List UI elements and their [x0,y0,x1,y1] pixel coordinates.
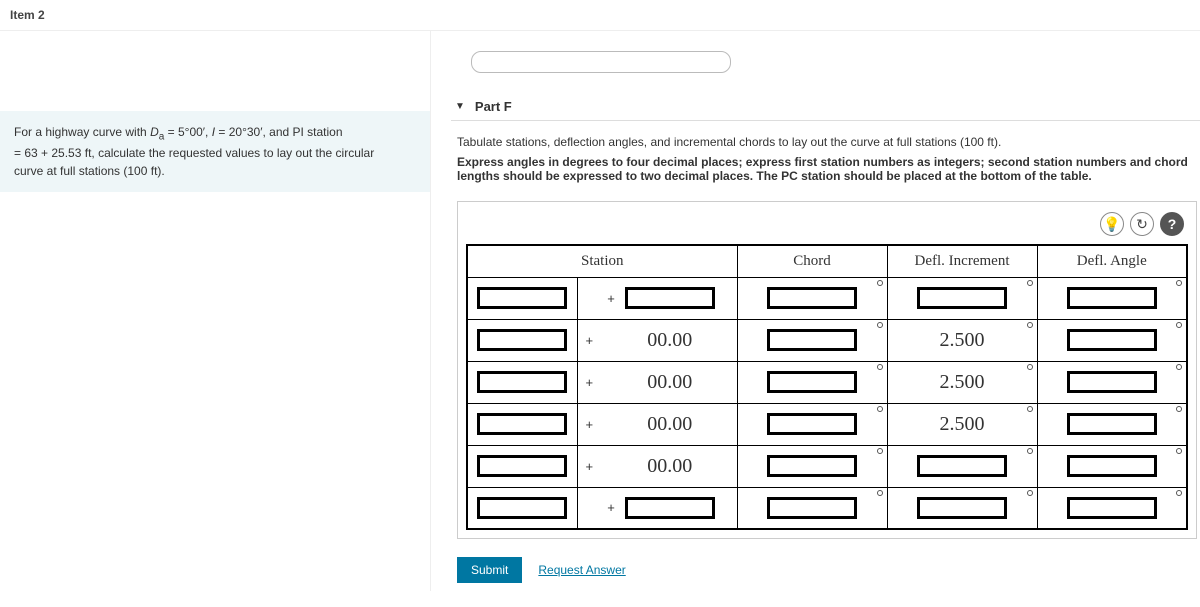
unit-indicator-icon [1027,406,1033,412]
station-major-input[interactable] [477,287,567,309]
unit-indicator-icon [1176,490,1182,496]
station-minor-value: 00.00 [603,371,736,394]
unit-indicator-icon [1176,406,1182,412]
station-major-input[interactable] [477,455,567,477]
plus-sign: + [582,417,598,432]
hint-icon[interactable]: 💡 [1100,212,1124,236]
defl-angle-input[interactable] [1067,455,1157,477]
defl-increment-input[interactable] [917,497,1007,519]
problem-text: curve at full stations (100 ft). [14,164,165,178]
chord-input[interactable] [767,497,857,519]
chevron-down-icon: ▼ [455,101,465,112]
chord-input[interactable] [767,455,857,477]
defl-increment-value: 2.500 [890,413,1035,436]
instruction-line-bold: Express angles in degrees to four decima… [457,155,1197,183]
part-instructions: Tabulate stations, deflection angles, an… [451,121,1200,187]
unit-indicator-icon [877,280,883,286]
unit-indicator-icon [1027,490,1033,496]
unit-indicator-icon [877,490,883,496]
defl-angle-input[interactable] [1067,287,1157,309]
station-minor-value: 00.00 [603,455,736,478]
problem-text: = 63 + 25.53 ft, calculate the requested… [14,146,374,160]
part-label: Part F [475,99,512,114]
station-minor-value: 00.00 [603,329,736,352]
unit-indicator-icon [1027,322,1033,328]
request-answer-link[interactable]: Request Answer [538,563,625,577]
station-major-input[interactable] [477,329,567,351]
unit-indicator-icon [1027,448,1033,454]
station-major-input[interactable] [477,371,567,393]
top-input-placeholder[interactable] [471,51,731,73]
problem-text: = 5°00′, [164,125,211,139]
defl-angle-input[interactable] [1067,371,1157,393]
defl-angle-input[interactable] [1067,497,1157,519]
problem-text: = 20°30′, and PI station [215,125,342,139]
part-header[interactable]: ▼ Part F [451,93,1200,121]
station-table: Station Chord Defl. Increment Defl. Angl… [466,244,1188,530]
station-major-input[interactable] [477,413,567,435]
header-defl-increment: Defl. Increment [887,245,1037,277]
unit-indicator-icon [1176,364,1182,370]
help-icon[interactable]: ? [1160,212,1184,236]
plus-sign: + [603,500,619,515]
plus-sign: + [582,459,598,474]
unit-indicator-icon [877,364,883,370]
defl-increment-value: 2.500 [890,329,1035,352]
station-minor-input[interactable] [625,287,715,309]
station-minor-value: 00.00 [603,413,736,436]
unit-indicator-icon [1176,322,1182,328]
chord-input[interactable] [767,287,857,309]
instruction-line: Tabulate stations, deflection angles, an… [457,135,1197,149]
unit-indicator-icon [1176,280,1182,286]
header-chord: Chord [737,245,887,277]
unit-indicator-icon [877,406,883,412]
header-defl-angle: Defl. Angle [1037,245,1187,277]
item-header: Item 2 [0,0,1200,31]
problem-text: For a highway curve with [14,125,150,139]
defl-angle-input[interactable] [1067,329,1157,351]
defl-increment-input[interactable] [917,455,1007,477]
item-label: Item 2 [10,8,45,22]
unit-indicator-icon [1027,364,1033,370]
chord-input[interactable] [767,413,857,435]
symbol-da: D [150,125,159,139]
problem-statement: For a highway curve with Da = 5°00′, I =… [0,111,430,192]
answer-area: 💡 ↻ ? Station Chord Defl. Increment Defl… [457,201,1197,539]
defl-increment-input[interactable] [917,287,1007,309]
plus-sign: + [582,375,598,390]
plus-sign: + [582,333,598,348]
unit-indicator-icon [877,448,883,454]
header-station: Station [467,245,737,277]
redo-icon[interactable]: ↻ [1130,212,1154,236]
station-minor-input[interactable] [625,497,715,519]
plus-sign: + [603,291,619,306]
unit-indicator-icon [1027,280,1033,286]
station-major-input[interactable] [477,497,567,519]
unit-indicator-icon [877,322,883,328]
chord-input[interactable] [767,371,857,393]
chord-input[interactable] [767,329,857,351]
submit-button[interactable]: Submit [457,557,522,583]
defl-angle-input[interactable] [1067,413,1157,435]
unit-indicator-icon [1176,448,1182,454]
defl-increment-value: 2.500 [890,371,1035,394]
